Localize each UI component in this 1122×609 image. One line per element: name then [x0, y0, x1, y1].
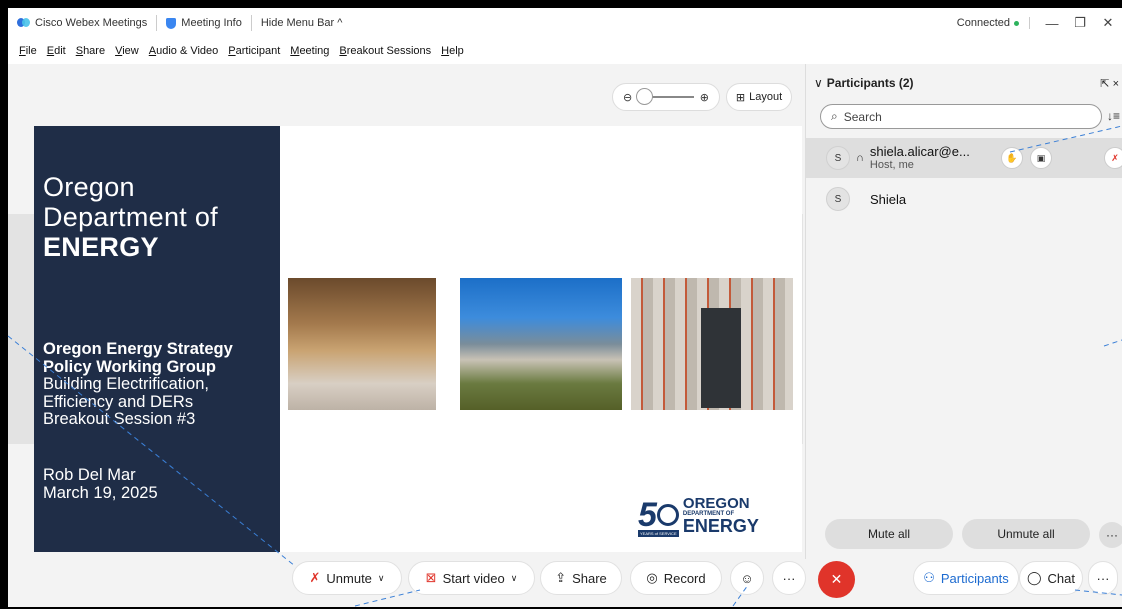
share-button[interactable]: ⇪ Share — [540, 561, 622, 595]
participants-icon: ⚇ — [923, 570, 935, 585]
zoom-out-icon[interactable]: ⊖ — [623, 91, 632, 104]
participant-name: shiela.alicar@e... — [869, 143, 970, 159]
avatar: S — [826, 187, 850, 211]
participant-role: Host, me — [869, 159, 914, 172]
menu-edit[interactable]: Edit — [42, 45, 71, 57]
zoom-in-icon[interactable]: ⊕ — [700, 91, 709, 104]
shared-slide: Oregon Department of ENERGY Oregon Energ… — [34, 126, 802, 552]
unmute-button[interactable]: ✗ Unmute ∨ — [292, 561, 402, 595]
search-icon: ⌕ — [831, 109, 838, 123]
menu-file[interactable]: File — [14, 45, 42, 57]
menu-view[interactable]: View — [110, 45, 144, 57]
muted-mic-icon: ✗ — [309, 570, 321, 585]
minimize-button[interactable]: — — [1038, 16, 1066, 31]
connected-dot-icon — [1014, 21, 1019, 26]
sort-icon[interactable]: ↓≡ — [1107, 109, 1120, 123]
meeting-info-button[interactable]: Meeting Info — [157, 15, 252, 31]
content-stage: ⊖ ⊕ ⊞ Layout Oregon Department of ENERGY… — [8, 64, 803, 559]
org-name: Oregon Department of ENERGY — [43, 172, 218, 262]
share-screen-icon[interactable]: ▣ — [1030, 147, 1052, 169]
menu-bar: File Edit Share View Audio & Video Parti… — [8, 38, 1122, 64]
zoom-control[interactable]: ⊖ ⊕ — [612, 83, 720, 111]
headset-icon: ∩ — [856, 152, 864, 164]
record-label: Record — [663, 570, 706, 586]
battery-storage-photo — [631, 278, 793, 410]
webex-window: Cisco Webex Meetings Meeting Info Hide M… — [8, 8, 1122, 607]
connection-status: Connected — [957, 17, 1030, 29]
participants-panel: ∨ Participants (2) ⇱ × ⌕ Search ↓≡ S ∩ s… — [805, 64, 1122, 559]
participant-name: Shiela — [870, 191, 907, 207]
participant-row[interactable]: S Shiela — [806, 184, 1122, 214]
more-icon: ··· — [1096, 570, 1110, 586]
webex-logo-icon — [17, 18, 30, 28]
chat-button[interactable]: ◯ Chat — [1019, 561, 1083, 595]
chevron-down-icon[interactable]: ∨ — [378, 573, 385, 584]
title-bar: Cisco Webex Meetings Meeting Info Hide M… — [8, 8, 1122, 38]
record-icon: ◎ — [646, 570, 658, 585]
slide-title-panel: Oregon Department of ENERGY Oregon Energ… — [34, 126, 280, 552]
close-icon: ✕ — [830, 571, 843, 587]
menu-help[interactable]: Help — [436, 45, 469, 57]
odoe-50-years-logo: 5 OREGON DEPARTMENT OF ENERGY YEARS of S… — [638, 494, 759, 537]
restore-button[interactable]: ❐ — [1066, 15, 1094, 31]
meeting-info-label: Meeting Info — [181, 17, 242, 29]
unmute-label: Unmute — [326, 570, 372, 586]
layout-button[interactable]: ⊞ Layout — [726, 83, 792, 111]
participants-title: Participants (2) — [826, 76, 914, 90]
hide-menu-bar-button[interactable]: Hide Menu Bar ^ — [252, 15, 352, 31]
reactions-button[interactable]: ☺ — [730, 561, 764, 595]
presentation-date: March 19, 2025 — [43, 484, 158, 502]
muted-mic-icon[interactable]: ✗ — [1104, 147, 1122, 169]
end-meeting-button[interactable]: ✕ — [818, 561, 855, 598]
layout-grid-icon: ⊞ — [735, 91, 746, 104]
app-title: Cisco Webex Meetings — [8, 15, 158, 31]
menu-participant[interactable]: Participant — [223, 45, 285, 57]
menu-meeting[interactable]: Meeting — [285, 45, 334, 57]
avatar: S — [826, 146, 850, 170]
menu-breakout-sessions[interactable]: Breakout Sessions — [334, 45, 436, 57]
zoom-slider[interactable] — [636, 88, 694, 105]
popout-close-icon[interactable]: ⇱ × — [1100, 77, 1119, 90]
menu-share[interactable]: Share — [71, 45, 110, 57]
video-off-icon: ⊠ — [425, 570, 437, 585]
more-options-button[interactable]: ··· — [772, 561, 806, 595]
app-name: Cisco Webex Meetings — [35, 17, 148, 29]
mute-all-button[interactable]: Mute all — [825, 519, 953, 549]
slide-subtitle: Oregon Energy Strategy Policy Working Gr… — [43, 340, 233, 428]
start-video-button[interactable]: ⊠ Start video ∨ — [408, 561, 535, 595]
panel-more-button[interactable]: ··· — [1099, 522, 1122, 548]
more-icon: ··· — [782, 570, 796, 586]
collapse-chevron-icon[interactable]: ∨ — [814, 76, 823, 90]
record-button[interactable]: ◎ Record — [630, 561, 722, 595]
participants-button[interactable]: ⚇ Participants — [913, 561, 1019, 595]
meeting-toolbar: ✗ Unmute ∨ ⊠ Start video ∨ ⇪ Share ◎ Rec… — [8, 559, 1122, 607]
chat-label: Chat — [1047, 570, 1076, 586]
globe-icon — [656, 504, 679, 526]
chevron-down-icon[interactable]: ∨ — [511, 573, 518, 584]
hide-menu-bar-label: Hide Menu Bar ^ — [260, 17, 343, 29]
participants-header[interactable]: ∨ Participants (2) ⇱ × — [814, 76, 1119, 90]
participant-search-input[interactable]: ⌕ Search — [820, 104, 1102, 129]
presenter-info: Rob Del Mar March 19, 2025 — [43, 466, 158, 502]
solar-house-photo — [460, 278, 622, 410]
participant-row[interactable]: S ∩ shiela.alicar@e... Host, me ✋ ▣ ✗ — [806, 138, 1122, 178]
attic-insulation-photo — [288, 278, 436, 410]
unmute-all-button[interactable]: Unmute all — [962, 519, 1090, 549]
participants-label: Participants — [940, 570, 1009, 586]
start-video-label: Start video — [442, 570, 505, 586]
share-icon: ⇪ — [555, 570, 567, 585]
window-controls: Connected — ❐ ✕ — [957, 8, 1122, 38]
presenter-name: Rob Del Mar — [43, 466, 136, 484]
smiley-icon: ☺ — [740, 570, 754, 586]
toolbar-more-button[interactable]: ··· — [1088, 561, 1118, 595]
layout-label: Layout — [749, 91, 783, 103]
zoom-slider-thumb[interactable] — [636, 88, 654, 105]
menu-audio-video[interactable]: Audio & Video — [144, 45, 224, 57]
raise-hand-icon[interactable]: ✋ — [1001, 147, 1023, 169]
close-button[interactable]: ✕ — [1094, 15, 1122, 31]
chat-icon: ◯ — [1026, 570, 1042, 585]
shield-icon — [166, 17, 177, 29]
search-placeholder: Search — [843, 109, 882, 124]
share-label: Share — [572, 570, 607, 586]
